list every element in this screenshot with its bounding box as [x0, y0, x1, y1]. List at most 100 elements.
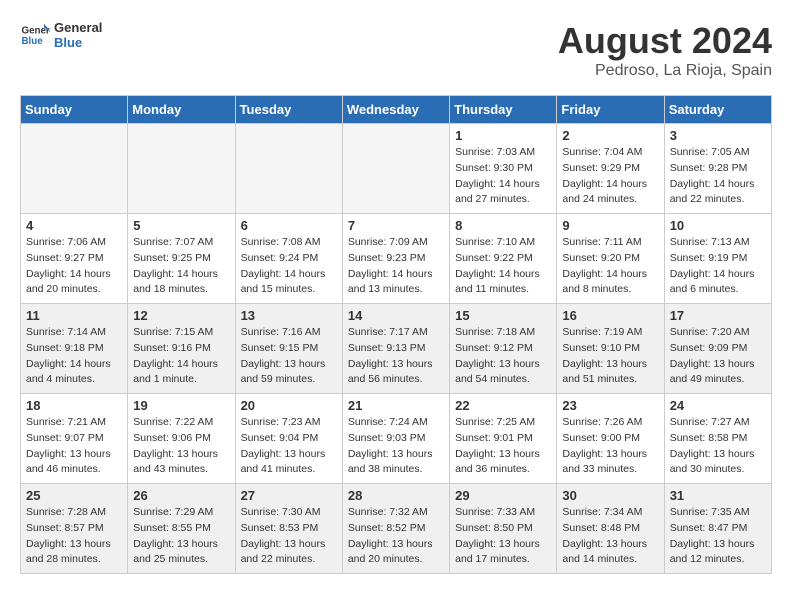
- day-info-line: Sunset: 9:30 PM: [455, 161, 551, 177]
- day-info-line: Daylight: 14 hours: [455, 267, 551, 283]
- day-info-line: Sunrise: 7:27 AM: [670, 415, 766, 431]
- day-info-line: and 56 minutes.: [348, 372, 444, 388]
- day-info: Sunrise: 7:15 AMSunset: 9:16 PMDaylight:…: [133, 325, 229, 388]
- weekday-header-wednesday: Wednesday: [342, 96, 449, 124]
- calendar-day-cell: 6Sunrise: 7:08 AMSunset: 9:24 PMDaylight…: [235, 214, 342, 304]
- day-number: 28: [348, 488, 444, 503]
- day-info: Sunrise: 7:17 AMSunset: 9:13 PMDaylight:…: [348, 325, 444, 388]
- day-info-line: Daylight: 14 hours: [562, 267, 658, 283]
- day-info-line: Sunrise: 7:10 AM: [455, 235, 551, 251]
- day-info: Sunrise: 7:23 AMSunset: 9:04 PMDaylight:…: [241, 415, 337, 478]
- calendar-table: SundayMondayTuesdayWednesdayThursdayFrid…: [20, 95, 772, 574]
- calendar-day-cell: [235, 124, 342, 214]
- calendar-day-cell: 21 Sunrise: 7:24 AMSunset: 9:03 PMDayligh…: [342, 394, 449, 484]
- day-info-line: Daylight: 13 hours: [241, 537, 337, 553]
- day-number: 29: [455, 488, 551, 503]
- day-info-line: Daylight: 14 hours: [26, 267, 122, 283]
- day-info-line: Daylight: 14 hours: [26, 357, 122, 373]
- weekday-header-sunday: Sunday: [21, 96, 128, 124]
- day-info-line: Sunset: 9:24 PM: [241, 251, 337, 267]
- day-number: 1: [455, 128, 551, 143]
- day-info-line: and 30 minutes.: [670, 462, 766, 478]
- day-info: Sunrise: 7:20 AMSunset: 9:09 PMDaylight:…: [670, 325, 766, 388]
- weekday-header-monday: Monday: [128, 96, 235, 124]
- day-info-line: Sunset: 9:23 PM: [348, 251, 444, 267]
- day-info-line: Daylight: 13 hours: [26, 447, 122, 463]
- day-info: Sunrise: 7:30 AMSunset: 8:53 PMDaylight:…: [241, 505, 337, 568]
- location-subtitle: Pedroso, La Rioja, Spain: [558, 62, 772, 80]
- day-info-line: Sunrise: 7:22 AM: [133, 415, 229, 431]
- day-number: 27: [241, 488, 337, 503]
- calendar-day-cell: 5Sunrise: 7:07 AMSunset: 9:25 PMDaylight…: [128, 214, 235, 304]
- day-info-line: Sunrise: 7:13 AM: [670, 235, 766, 251]
- day-info-line: and 51 minutes.: [562, 372, 658, 388]
- day-info-line: Sunrise: 7:20 AM: [670, 325, 766, 341]
- day-info-line: and 20 minutes.: [348, 552, 444, 568]
- calendar-week-row: 4Sunrise: 7:06 AMSunset: 9:27 PMDaylight…: [21, 214, 772, 304]
- day-info-line: Sunrise: 7:05 AM: [670, 145, 766, 161]
- calendar-day-cell: 16Sunrise: 7:19 AMSunset: 9:10 PMDayligh…: [557, 304, 664, 394]
- calendar-day-cell: 14Sunrise: 7:17 AMSunset: 9:13 PMDayligh…: [342, 304, 449, 394]
- day-info: Sunrise: 7:26 AMSunset: 9:00 PMDaylight:…: [562, 415, 658, 478]
- day-info-line: Sunrise: 7:11 AM: [562, 235, 658, 251]
- day-info-line: Sunrise: 7:29 AM: [133, 505, 229, 521]
- day-number: 8: [455, 218, 551, 233]
- logo: General Blue General Blue: [20, 20, 102, 50]
- day-info-line: Sunset: 9:20 PM: [562, 251, 658, 267]
- day-info-line: and 13 minutes.: [348, 282, 444, 298]
- day-info-line: Sunrise: 7:26 AM: [562, 415, 658, 431]
- day-info-line: Sunrise: 7:32 AM: [348, 505, 444, 521]
- calendar-day-cell: 13Sunrise: 7:16 AMSunset: 9:15 PMDayligh…: [235, 304, 342, 394]
- calendar-day-cell: 3Sunrise: 7:05 AMSunset: 9:28 PMDaylight…: [664, 124, 771, 214]
- day-info-line: and 14 minutes.: [562, 552, 658, 568]
- day-info-line: Daylight: 13 hours: [670, 357, 766, 373]
- weekday-header-friday: Friday: [557, 96, 664, 124]
- day-info-line: Sunrise: 7:17 AM: [348, 325, 444, 341]
- calendar-day-cell: [21, 124, 128, 214]
- day-info: Sunrise: 7:05 AMSunset: 9:28 PMDaylight:…: [670, 145, 766, 208]
- day-number: 17: [670, 308, 766, 323]
- calendar-day-cell: 20Sunrise: 7:23 AMSunset: 9:04 PMDayligh…: [235, 394, 342, 484]
- calendar-week-row: 11Sunrise: 7:14 AMSunset: 9:18 PMDayligh…: [21, 304, 772, 394]
- title-block: August 2024 Pedroso, La Rioja, Spain: [558, 20, 772, 80]
- day-info: Sunrise: 7:09 AMSunset: 9:23 PMDaylight:…: [348, 235, 444, 298]
- day-info-line: Sunrise: 7:33 AM: [455, 505, 551, 521]
- month-year-title: August 2024: [558, 20, 772, 62]
- day-info-line: and 25 minutes.: [133, 552, 229, 568]
- day-info-line: and 59 minutes.: [241, 372, 337, 388]
- day-number: 15: [455, 308, 551, 323]
- calendar-day-cell: 25Sunrise: 7:28 AMSunset: 8:57 PMDayligh…: [21, 484, 128, 574]
- day-info: Sunrise: 7:29 AMSunset: 8:55 PMDaylight:…: [133, 505, 229, 568]
- day-info: Sunrise: 7:24 AMSunset: 9:03 PMDaylight:…: [348, 415, 444, 478]
- day-info-line: Daylight: 14 hours: [562, 177, 658, 193]
- calendar-day-cell: 12 Sunrise: 7:15 AMSunset: 9:16 PMDayligh…: [128, 304, 235, 394]
- day-info-line: Daylight: 14 hours: [455, 177, 551, 193]
- day-number: 16: [562, 308, 658, 323]
- day-info-line: and 20 minutes.: [26, 282, 122, 298]
- day-number: 21: [348, 398, 444, 413]
- calendar-day-cell: [128, 124, 235, 214]
- day-info: Sunrise: 7:28 AMSunset: 8:57 PMDaylight:…: [26, 505, 122, 568]
- day-info-line: and 38 minutes.: [348, 462, 444, 478]
- calendar-day-cell: 18Sunrise: 7:21 AMSunset: 9:07 PMDayligh…: [21, 394, 128, 484]
- day-number: 13: [241, 308, 337, 323]
- day-info-line: Sunrise: 7:09 AM: [348, 235, 444, 251]
- day-number: 26: [133, 488, 229, 503]
- day-info-line: Daylight: 13 hours: [348, 357, 444, 373]
- day-info-line: Sunset: 9:22 PM: [455, 251, 551, 267]
- calendar-day-cell: 19Sunrise: 7:22 AMSunset: 9:06 PMDayligh…: [128, 394, 235, 484]
- calendar-day-cell: [342, 124, 449, 214]
- day-info-line: Sunset: 9:27 PM: [26, 251, 122, 267]
- day-number: 24: [670, 398, 766, 413]
- day-info-line: Daylight: 14 hours: [348, 267, 444, 283]
- calendar-day-cell: 8 Sunrise: 7:10 AMSunset: 9:22 PMDaylight…: [450, 214, 557, 304]
- logo-icon: General Blue: [20, 20, 50, 50]
- calendar-day-cell: 7Sunrise: 7:09 AMSunset: 9:23 PMDaylight…: [342, 214, 449, 304]
- day-info-line: Sunset: 9:04 PM: [241, 431, 337, 447]
- day-number: 12: [133, 308, 229, 323]
- day-info: Sunrise: 7:14 AMSunset: 9:18 PMDaylight:…: [26, 325, 122, 388]
- day-info-line: Sunset: 9:03 PM: [348, 431, 444, 447]
- day-info-line: Daylight: 14 hours: [670, 177, 766, 193]
- day-number: 18: [26, 398, 122, 413]
- day-info-line: and 4 minutes.: [26, 372, 122, 388]
